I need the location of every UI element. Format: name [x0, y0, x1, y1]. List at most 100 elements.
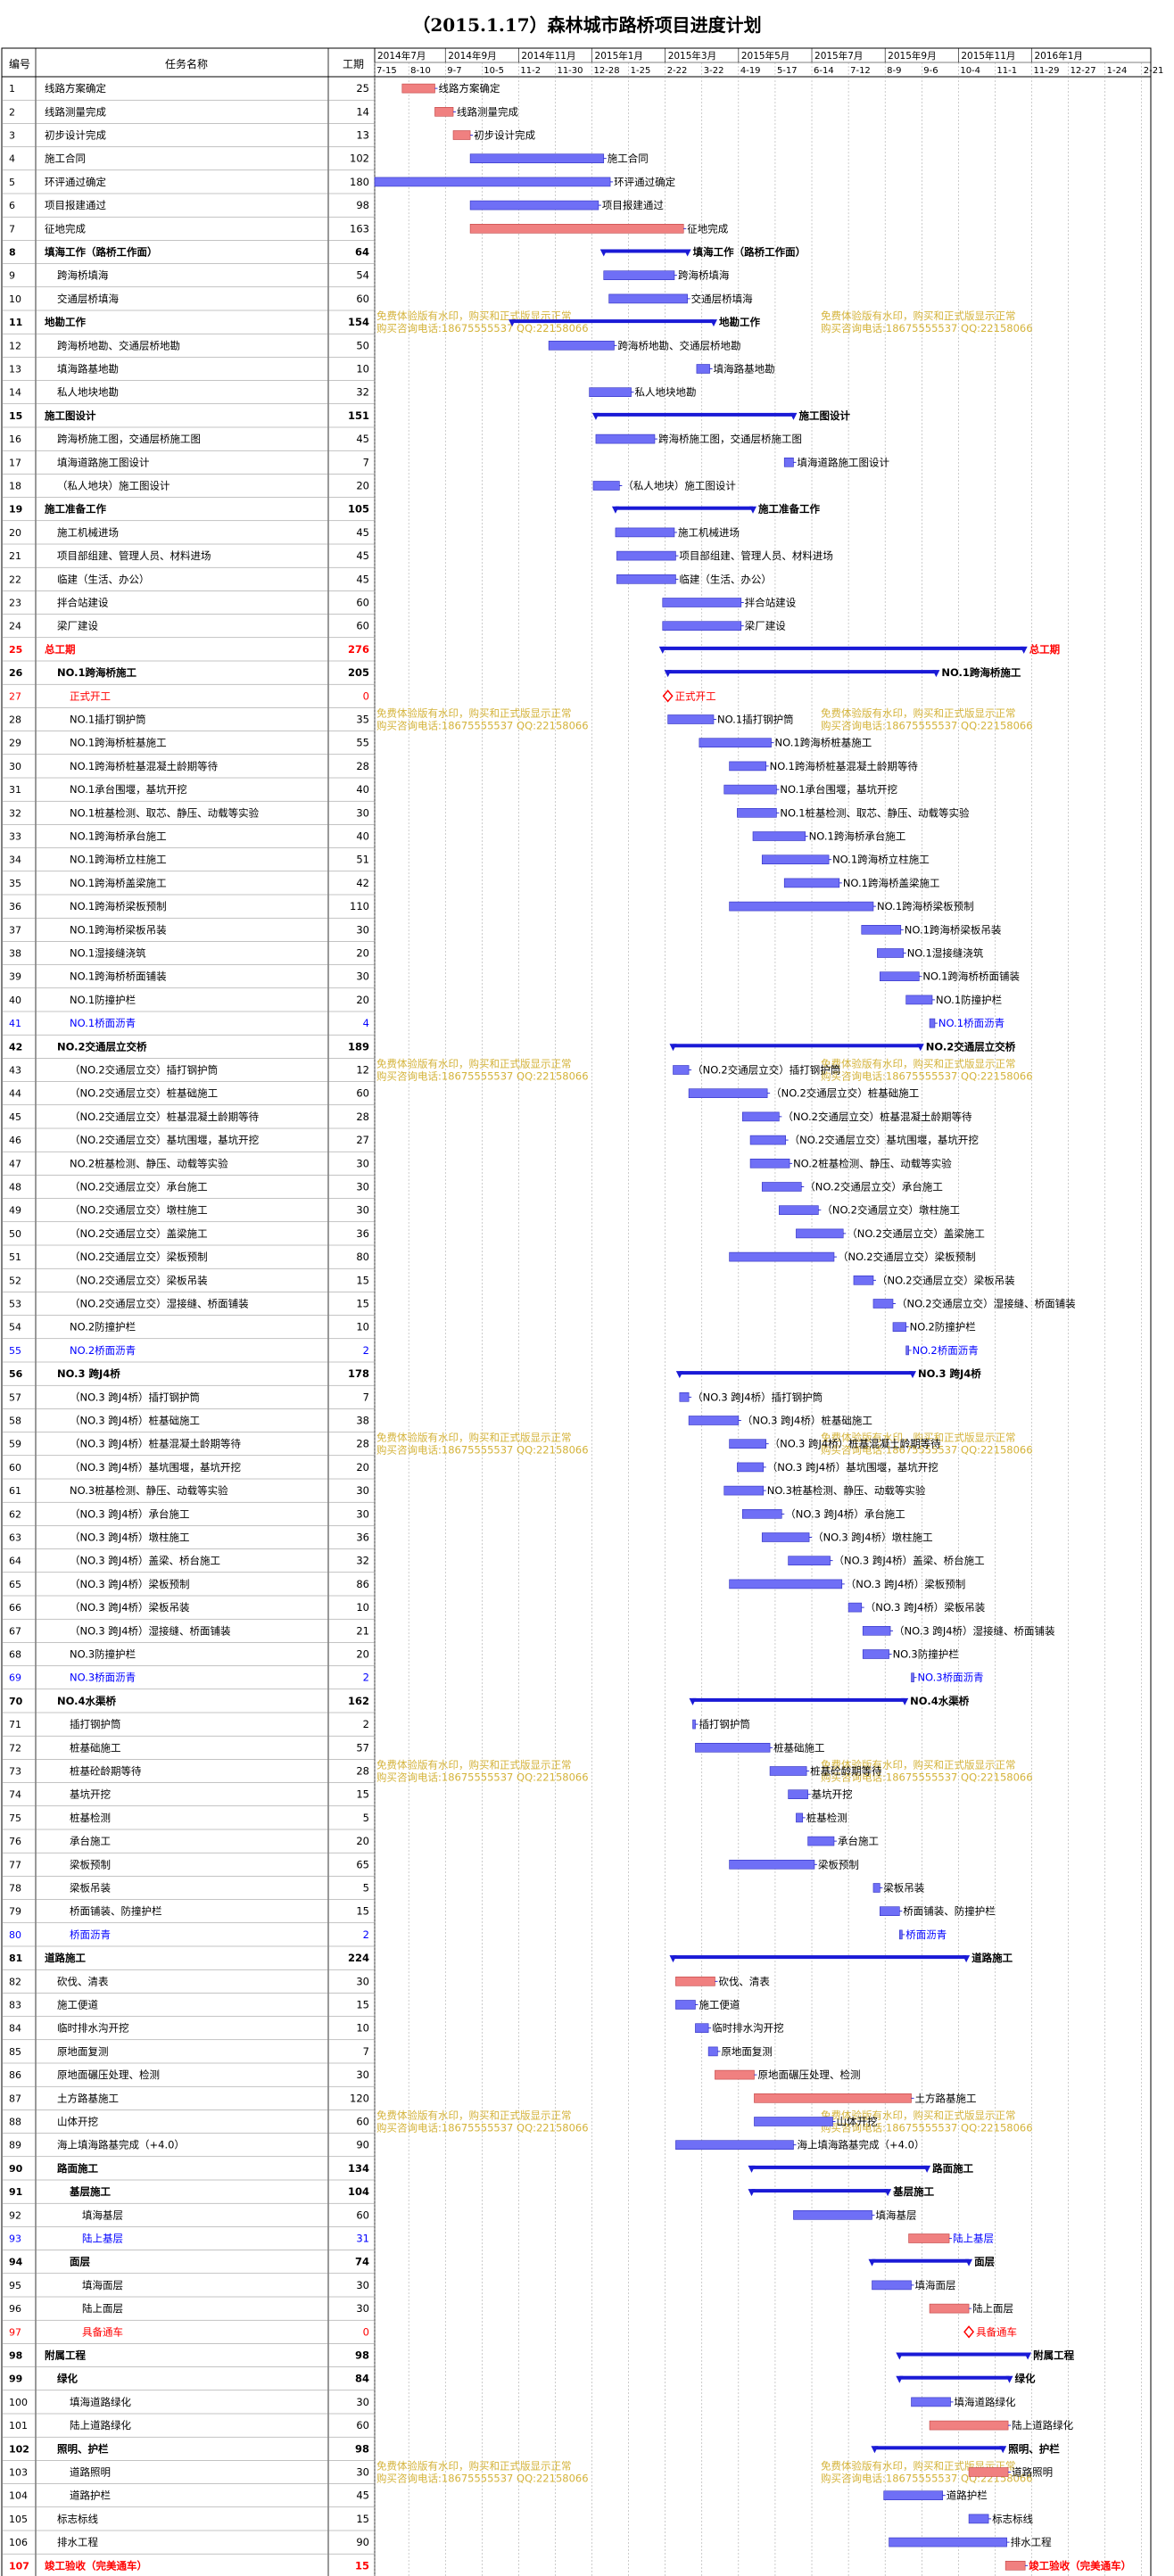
task-bar-label: NO.1跨海桥梁板预制 [877, 900, 974, 912]
task-bar-label: NO.1湿接缝浇筑 [907, 947, 984, 960]
task-duration: 98 [355, 2349, 369, 2362]
task-duration: 151 [348, 409, 369, 422]
task-name: NO.4水渠桥 [57, 1695, 117, 1707]
task-duration: 36 [356, 1532, 369, 1544]
task-duration: 162 [348, 1695, 369, 1707]
task-id: 87 [9, 2093, 21, 2104]
task-bar [862, 1626, 891, 1636]
week-label: 8-9 [887, 66, 901, 76]
task-bar [788, 1789, 808, 1799]
week-label: 11-2 [520, 66, 541, 76]
task-bar-label: NO.3 跨J4桥 [918, 1367, 981, 1380]
summary-bar [751, 2189, 889, 2193]
task-bar-label: 基层施工 [892, 2185, 934, 2198]
task-id: 92 [9, 2209, 21, 2221]
task-bar-label: 绿化 [1015, 2373, 1036, 2385]
task-name: （NO.3 跨J4桥）桩基础施工 [70, 1415, 200, 1427]
week-label: 3-22 [704, 66, 724, 76]
task-duration: 20 [356, 1835, 369, 1847]
task-id: 24 [9, 621, 21, 632]
task-bar [675, 1977, 715, 1986]
task-name: 原地面碾压处理、检测 [57, 2068, 160, 2081]
task-duration: 205 [348, 666, 369, 679]
task-duration: 60 [356, 620, 369, 632]
task-bar [807, 1836, 835, 1846]
task-duration: 42 [356, 877, 369, 889]
task-bar-label: 道路照明 [1012, 2466, 1053, 2479]
task-bar [911, 1672, 914, 1682]
task-name: 绿化 [57, 2373, 78, 2385]
task-id: 37 [9, 924, 21, 936]
task-name: （NO.3 跨J4桥）插打钢护筒 [70, 1391, 200, 1403]
task-duration: 30 [356, 1181, 369, 1193]
task-id: 83 [9, 2000, 21, 2011]
task-bar [783, 457, 794, 467]
task-id: 38 [9, 948, 21, 960]
task-id: 64 [9, 1556, 21, 1567]
task-id: 3 [9, 130, 15, 142]
task-duration: 51 [356, 854, 369, 866]
task-bar [853, 1276, 874, 1285]
task-bar [469, 153, 605, 163]
watermark-text: 免费体验版有水印，购买和正式版显示正常 [821, 1057, 1016, 1069]
task-bar-label: 填海基层 [876, 2209, 917, 2221]
task-bar [783, 878, 840, 888]
task-bar-label: （私人地块）施工图设计 [623, 480, 736, 492]
task-id: 52 [9, 1275, 21, 1286]
task-id: 46 [9, 1135, 21, 1146]
task-id: 45 [9, 1111, 21, 1123]
task-name: 临时排水沟开挖 [57, 2022, 129, 2035]
task-bar-label: （NO.2交通层立交）桩基础施工 [771, 1087, 919, 1100]
task-duration: 15 [356, 1788, 369, 1801]
task-duration: 30 [356, 923, 369, 936]
task-bar [862, 1649, 889, 1659]
task-bar [667, 714, 715, 724]
task-duration: 30 [356, 1204, 369, 1217]
task-id: 8 [9, 247, 16, 259]
task-duration: 27 [356, 1134, 369, 1146]
task-bar [696, 364, 710, 374]
summary-bar [692, 1697, 905, 1702]
task-name: 项目部组建、管理人员、材料进场 [57, 549, 211, 562]
task-bar [754, 2093, 912, 2103]
task-duration: 15 [355, 2559, 369, 2572]
task-duration: 30 [356, 2279, 369, 2291]
task-duration: 5 [363, 1812, 369, 1824]
task-id: 75 [9, 1812, 21, 1824]
task-bar-label: 砍伐、清表 [718, 1975, 770, 1987]
task-bar-label: 桩基砼龄期等待 [810, 1765, 882, 1778]
task-name: 陆上面层 [82, 2302, 123, 2315]
task-bar [749, 1159, 790, 1168]
task-bar-label: 面层 [974, 2256, 995, 2268]
task-bar-label: NO.1插打钢护筒 [717, 714, 794, 726]
week-label: 4-19 [740, 66, 761, 76]
task-bar-label: （NO.2交通层立交）桩基混凝土龄期等待 [782, 1110, 972, 1123]
task-id: 61 [9, 1485, 21, 1497]
task-duration: 30 [356, 2396, 369, 2408]
task-id: 9 [9, 270, 15, 282]
task-duration: 64 [355, 246, 369, 259]
task-duration: 20 [356, 1461, 369, 1474]
watermark-text: 免费体验版有水印，购买和正式版显示正常 [376, 1432, 572, 1444]
task-id: 71 [9, 1719, 21, 1730]
task-duration: 189 [348, 1040, 369, 1053]
task-id: 17 [9, 457, 21, 468]
task-bar [723, 784, 777, 795]
month-label: 2015年3月 [668, 50, 716, 62]
task-duration: 2 [363, 1928, 369, 1941]
task-bar [737, 1462, 765, 1473]
task-duration: 20 [356, 1648, 369, 1661]
task-bar [688, 1416, 740, 1425]
task-bar [880, 971, 920, 981]
task-name: NO.1跨海桥立柱施工 [70, 854, 167, 866]
task-id: 18 [9, 481, 21, 492]
task-duration: 15 [356, 2513, 369, 2525]
week-label: 2-21 [1144, 66, 1164, 76]
task-duration: 15 [356, 1999, 369, 2011]
task-bar-label: 陆上道路绿化 [1012, 2419, 1073, 2432]
task-bar-label: （NO.3 跨J4桥）梁板预制 [846, 1578, 966, 1590]
task-duration: 30 [356, 2302, 369, 2315]
task-id: 69 [9, 1672, 21, 1684]
task-bar-label: （NO.3 跨J4桥）承台施工 [785, 1507, 905, 1520]
summary-bar [662, 646, 1024, 650]
